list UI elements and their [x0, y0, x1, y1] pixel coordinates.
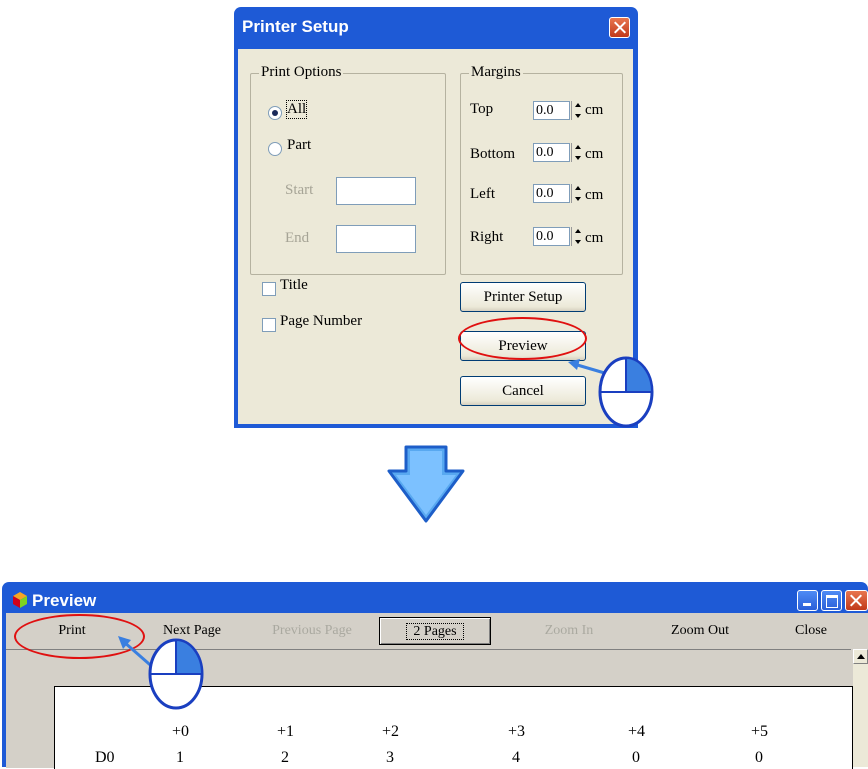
close-icon[interactable] [845, 590, 868, 611]
margins-group: Margins Top 0.0 cm Bottom 0.0 cm Left 0.… [460, 64, 623, 275]
right-margin-input[interactable]: 0.0 [533, 227, 570, 246]
radio-all-label: All [285, 100, 308, 119]
radio-all[interactable] [268, 106, 282, 120]
bottom-margin-input[interactable]: 0.0 [533, 143, 570, 162]
radio-part-label: Part [287, 137, 312, 153]
bottom-label: Bottom [470, 146, 516, 162]
title-checkbox-label: Title [280, 277, 308, 293]
mouse-icon [118, 636, 204, 710]
table-cell: 1 [176, 749, 184, 766]
close-icon[interactable] [609, 17, 630, 38]
right-unit: cm [585, 230, 604, 246]
app-icon [13, 592, 27, 608]
right-margin-spinner[interactable] [571, 227, 584, 246]
header-cell: +2 [382, 723, 400, 740]
page-number-checkbox[interactable] [262, 318, 276, 332]
table-cell: 0 [632, 749, 640, 766]
minimize-icon[interactable] [797, 590, 818, 611]
top-margin-input[interactable]: 0.0 [533, 101, 570, 120]
table-cell: 4 [512, 749, 520, 766]
two-pages-label: 2 Pages [406, 623, 464, 640]
header-cell: +1 [277, 723, 295, 740]
right-label: Right [470, 229, 504, 245]
end-field[interactable] [336, 225, 416, 253]
header-cell: +3 [508, 723, 526, 740]
top-label: Top [470, 101, 494, 117]
left-unit: cm [585, 187, 604, 203]
left-margin-spinner[interactable] [571, 184, 584, 203]
end-label: End [285, 230, 310, 246]
scroll-up-arrow-icon[interactable] [853, 649, 868, 664]
start-label: Start [285, 182, 314, 198]
title-checkbox[interactable] [262, 282, 276, 296]
bottom-margin-spinner[interactable] [571, 143, 584, 162]
print-options-group: Print Options All Part Start End [250, 64, 446, 275]
zoom-in-button[interactable]: Zoom In [514, 617, 624, 645]
dialog-title: Printer Setup [242, 17, 349, 36]
previous-page-button[interactable]: Previous Page [252, 617, 372, 645]
header-cell: +5 [751, 723, 769, 740]
radio-part[interactable] [268, 142, 282, 156]
margins-legend: Margins [469, 64, 523, 81]
printer-setup-button[interactable]: Printer Setup [460, 282, 586, 312]
preview-window-title: Preview [32, 591, 97, 610]
top-margin-spinner[interactable] [571, 101, 584, 120]
table-cell: 2 [281, 749, 289, 766]
start-field[interactable] [336, 177, 416, 205]
page-number-checkbox-label: Page Number [280, 313, 363, 329]
print-options-legend: Print Options [259, 64, 344, 81]
zoom-out-button[interactable]: Zoom Out [642, 617, 758, 645]
close-button[interactable]: Close [766, 617, 856, 645]
two-pages-button[interactable]: 2 Pages [379, 617, 491, 645]
left-label: Left [470, 186, 495, 202]
mouse-icon [568, 356, 654, 428]
maximize-icon[interactable] [821, 590, 842, 611]
table-cell: 3 [386, 749, 394, 766]
row-label: D0 [95, 749, 115, 766]
left-margin-input[interactable]: 0.0 [533, 184, 570, 203]
header-cell: +4 [628, 723, 646, 740]
down-arrow-icon [387, 445, 465, 523]
vertical-scrollbar[interactable] [853, 649, 868, 767]
table-cell: 0 [755, 749, 763, 766]
top-unit: cm [585, 102, 604, 118]
bottom-unit: cm [585, 146, 604, 162]
